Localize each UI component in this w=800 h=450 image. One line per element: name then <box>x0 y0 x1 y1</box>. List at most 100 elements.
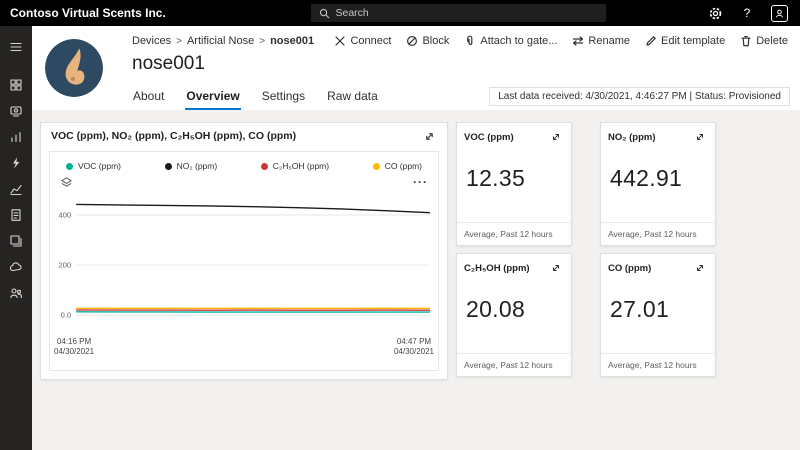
block-icon <box>407 35 418 47</box>
attach-icon <box>467 35 473 45</box>
block-button[interactable]: Block <box>406 35 449 47</box>
chart-area: VOC (ppm) NO₂ (ppm) C₂H₅OH (ppm) CO (ppm… <box>49 151 439 371</box>
nav-menu-toggle[interactable] <box>0 34 32 60</box>
expand-icon <box>425 132 433 140</box>
help-icon: ? <box>743 6 751 20</box>
expand-icon <box>697 265 703 271</box>
co-legend-label: CO (ppm) <box>384 161 422 171</box>
tile-expand-button[interactable] <box>692 129 708 145</box>
chart-tools: ··· <box>50 171 438 189</box>
layers-toggle-button[interactable] <box>60 176 73 189</box>
search-input[interactable] <box>335 7 598 19</box>
delete-label: Delete <box>756 35 788 47</box>
device-groups-icon <box>11 131 21 143</box>
svg-text:0.0: 0.0 <box>61 311 71 320</box>
edit-template-label: Edit template <box>661 35 726 47</box>
global-search[interactable] <box>310 4 606 22</box>
delete-button[interactable]: Delete <box>740 35 788 47</box>
voc-legend-dot <box>66 162 73 170</box>
tile-title: NO₂ (ppm) <box>608 131 656 143</box>
tile-header: C₂H₅OH (ppm) <box>457 254 571 276</box>
device-templates-icon <box>10 235 22 247</box>
tile-expand-button[interactable] <box>692 260 708 276</box>
block-label: Block <box>422 35 450 47</box>
c2h5oh-legend-dot <box>260 162 268 170</box>
attach-to-gateway-label: Attach to gate... <box>480 35 558 47</box>
tab-settings[interactable]: Settings <box>261 86 306 110</box>
legend-item-co[interactable]: CO (ppm) <box>372 161 422 171</box>
chart-legend: VOC (ppm) NO₂ (ppm) C₂H₅OH (ppm) CO (ppm… <box>50 152 438 171</box>
tile-expand-button[interactable] <box>548 129 564 145</box>
tile-value: 442.91 <box>610 165 683 191</box>
breadcrumb-separator: > <box>176 35 182 47</box>
tile-header: NO₂ (ppm) <box>601 123 715 145</box>
expand-icon <box>553 134 559 140</box>
layers-icon <box>61 176 72 187</box>
kpi-tiles: VOC (ppm) 12.35 Average, Past 12 hours N… <box>456 122 748 377</box>
dashboard-icon <box>10 79 22 91</box>
help-button[interactable]: ? <box>738 4 756 22</box>
nav-item-device-groups[interactable] <box>0 124 32 150</box>
top-app-bar: Contoso Virtual Scents Inc. ? <box>0 0 800 26</box>
edit-icon <box>646 36 656 46</box>
tab-overview[interactable]: Overview <box>185 86 241 110</box>
svg-text:400: 400 <box>59 211 72 220</box>
tile-value: 20.08 <box>466 296 526 322</box>
nav-item-devices[interactable] <box>0 98 32 124</box>
nav-item-administration[interactable] <box>0 280 32 306</box>
rename-icon <box>573 36 584 46</box>
x-axis-end-label: 04:47 PM 04/30/2021 <box>393 337 434 356</box>
device-tabs: About Overview Settings Raw data <box>132 86 379 110</box>
nav-item-dashboard[interactable] <box>0 72 32 98</box>
c2h5oh-legend-label: C₂H₅OH (ppm) <box>272 161 330 171</box>
device-header: Devices > Artificial Nose > nose001 nose… <box>32 26 800 110</box>
breadcrumb: Devices > Artificial Nose > nose001 <box>132 35 314 47</box>
delete-icon <box>741 36 751 47</box>
nav-item-rules[interactable] <box>0 150 32 176</box>
tile-title: VOC (ppm) <box>464 131 514 143</box>
telemetry-chart-card: VOC (ppm), NO₂ (ppm), C₂H₅OH (ppm), CO (… <box>40 122 448 380</box>
tile-header: CO (ppm) <box>601 254 715 276</box>
nav-item-jobs[interactable] <box>0 202 32 228</box>
nav-item-device-templates[interactable] <box>0 228 32 254</box>
administration-icon <box>10 288 22 299</box>
more-options-button[interactable]: ··· <box>413 176 428 188</box>
connect-button[interactable]: Connect <box>334 35 391 47</box>
nav-item-analytics[interactable] <box>0 176 32 202</box>
command-bar: Connect Block Attach to gate... Rename E… <box>334 35 788 47</box>
telemetry-line-chart: 400 200 0.0 <box>59 203 430 320</box>
tab-about[interactable]: About <box>132 86 165 110</box>
rename-button[interactable]: Rename <box>572 35 630 47</box>
tile-footer: Average, Past 12 hours <box>457 353 571 376</box>
breadcrumb-separator: > <box>259 35 266 47</box>
expand-icon <box>553 265 559 271</box>
kpi-tile-voc: VOC (ppm) 12.35 Average, Past 12 hours <box>456 122 572 246</box>
account-button[interactable] <box>770 4 788 22</box>
menu-icon <box>10 42 22 52</box>
chart-card-header: VOC (ppm), NO₂ (ppm), C₂H₅OH (ppm), CO (… <box>41 123 447 149</box>
settings-button[interactable] <box>706 4 724 22</box>
nav-item-data-export[interactable] <box>0 254 32 280</box>
device-avatar <box>45 39 103 97</box>
no2-legend-dot <box>164 162 172 170</box>
tile-expand-button[interactable] <box>548 260 564 276</box>
tile-footer: Average, Past 12 hours <box>601 353 715 376</box>
connect-label: Connect <box>350 35 392 47</box>
breadcrumb-artificial-nose[interactable]: Artificial Nose <box>187 35 254 47</box>
chart-expand-button[interactable] <box>421 128 437 144</box>
kpi-tile-co: CO (ppm) 27.01 Average, Past 12 hours <box>600 253 716 377</box>
legend-item-voc[interactable]: VOC (ppm) <box>66 161 121 171</box>
legend-item-no2[interactable]: NO₂ (ppm) <box>164 161 218 171</box>
breadcrumb-devices[interactable]: Devices <box>132 35 171 47</box>
attach-to-gateway-button[interactable]: Attach to gate... <box>464 35 557 47</box>
x-axis-start-label: 04:16 PM 04/30/2021 <box>54 337 95 356</box>
edit-template-button[interactable]: Edit template <box>645 35 725 47</box>
legend-item-c2h5oh[interactable]: C₂H₅OH (ppm) <box>260 161 330 171</box>
nose-avatar-image <box>45 39 103 97</box>
topbar-actions: ? <box>706 4 800 22</box>
tab-raw-data[interactable]: Raw data <box>326 86 379 110</box>
tile-value: 27.01 <box>610 296 670 322</box>
device-status: Last data received: 4/30/2021, 4:46:27 P… <box>489 87 790 106</box>
search-icon <box>319 8 329 18</box>
no2-legend-label: NO₂ (ppm) <box>176 161 218 171</box>
